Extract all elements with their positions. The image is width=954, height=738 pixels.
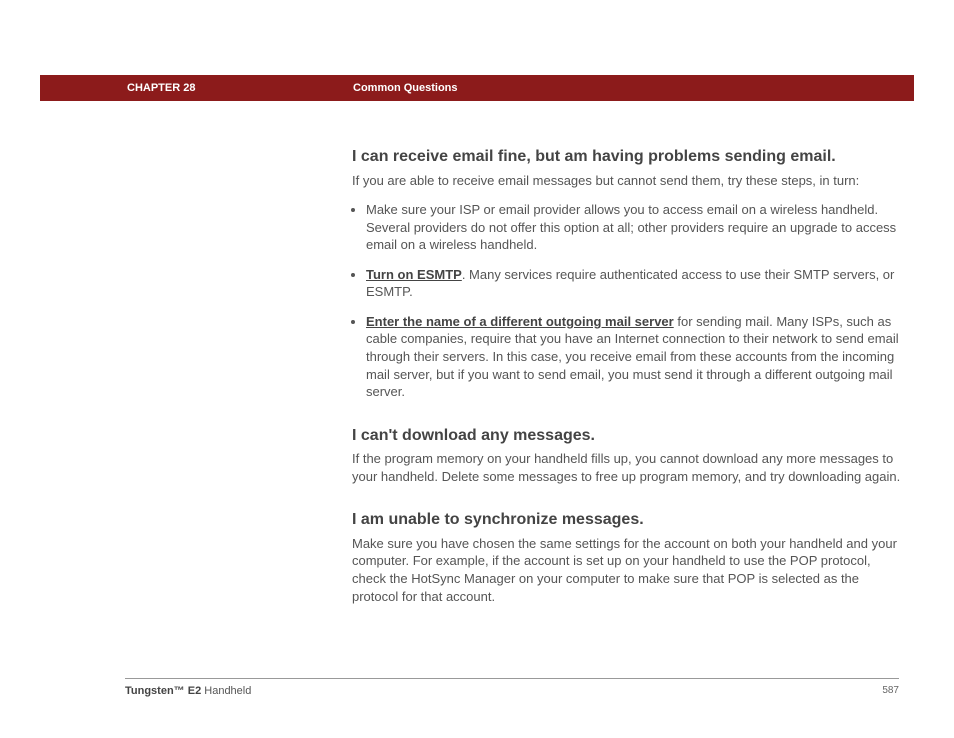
footer-product: Tungsten™ E2 Handheld (125, 685, 251, 697)
bullet-list-sending: Make sure your ISP or email provider all… (352, 201, 907, 400)
chapter-title: Common Questions (353, 82, 458, 94)
section-sending-email: I can receive email fine, but am having … (352, 146, 907, 401)
heading-sending-email: I can receive email fine, but am having … (352, 146, 907, 168)
chapter-label: CHAPTER 28 (127, 82, 195, 94)
body-cant-download: If the program memory on your handheld f… (352, 450, 907, 485)
intro-sending-email: If you are able to receive email message… (352, 172, 907, 190)
body-sync: Make sure you have chosen the same setti… (352, 535, 907, 605)
bullet-outgoing-server: Enter the name of a different outgoing m… (366, 313, 907, 401)
bullet-esmtp: Turn on ESMTP. Many services require aut… (366, 266, 907, 301)
section-cant-download: I can't download any messages. If the pr… (352, 425, 907, 486)
footer-product-bold: Tungsten™ E2 (125, 685, 201, 697)
link-outgoing-server[interactable]: Enter the name of a different outgoing m… (366, 314, 674, 329)
chapter-header-bar: CHAPTER 28 Common Questions (40, 75, 914, 101)
section-sync: I am unable to synchronize messages. Mak… (352, 509, 907, 605)
link-turn-on-esmtp[interactable]: Turn on ESMTP (366, 267, 462, 282)
heading-sync: I am unable to synchronize messages. (352, 509, 907, 531)
footer-product-rest: Handheld (201, 685, 251, 697)
bullet-isp-allows: Make sure your ISP or email provider all… (366, 201, 907, 254)
footer-page-number: 587 (882, 685, 899, 696)
heading-cant-download: I can't download any messages. (352, 425, 907, 447)
page-footer: Tungsten™ E2 Handheld 587 (125, 678, 899, 697)
main-content: I can receive email fine, but am having … (352, 146, 907, 629)
